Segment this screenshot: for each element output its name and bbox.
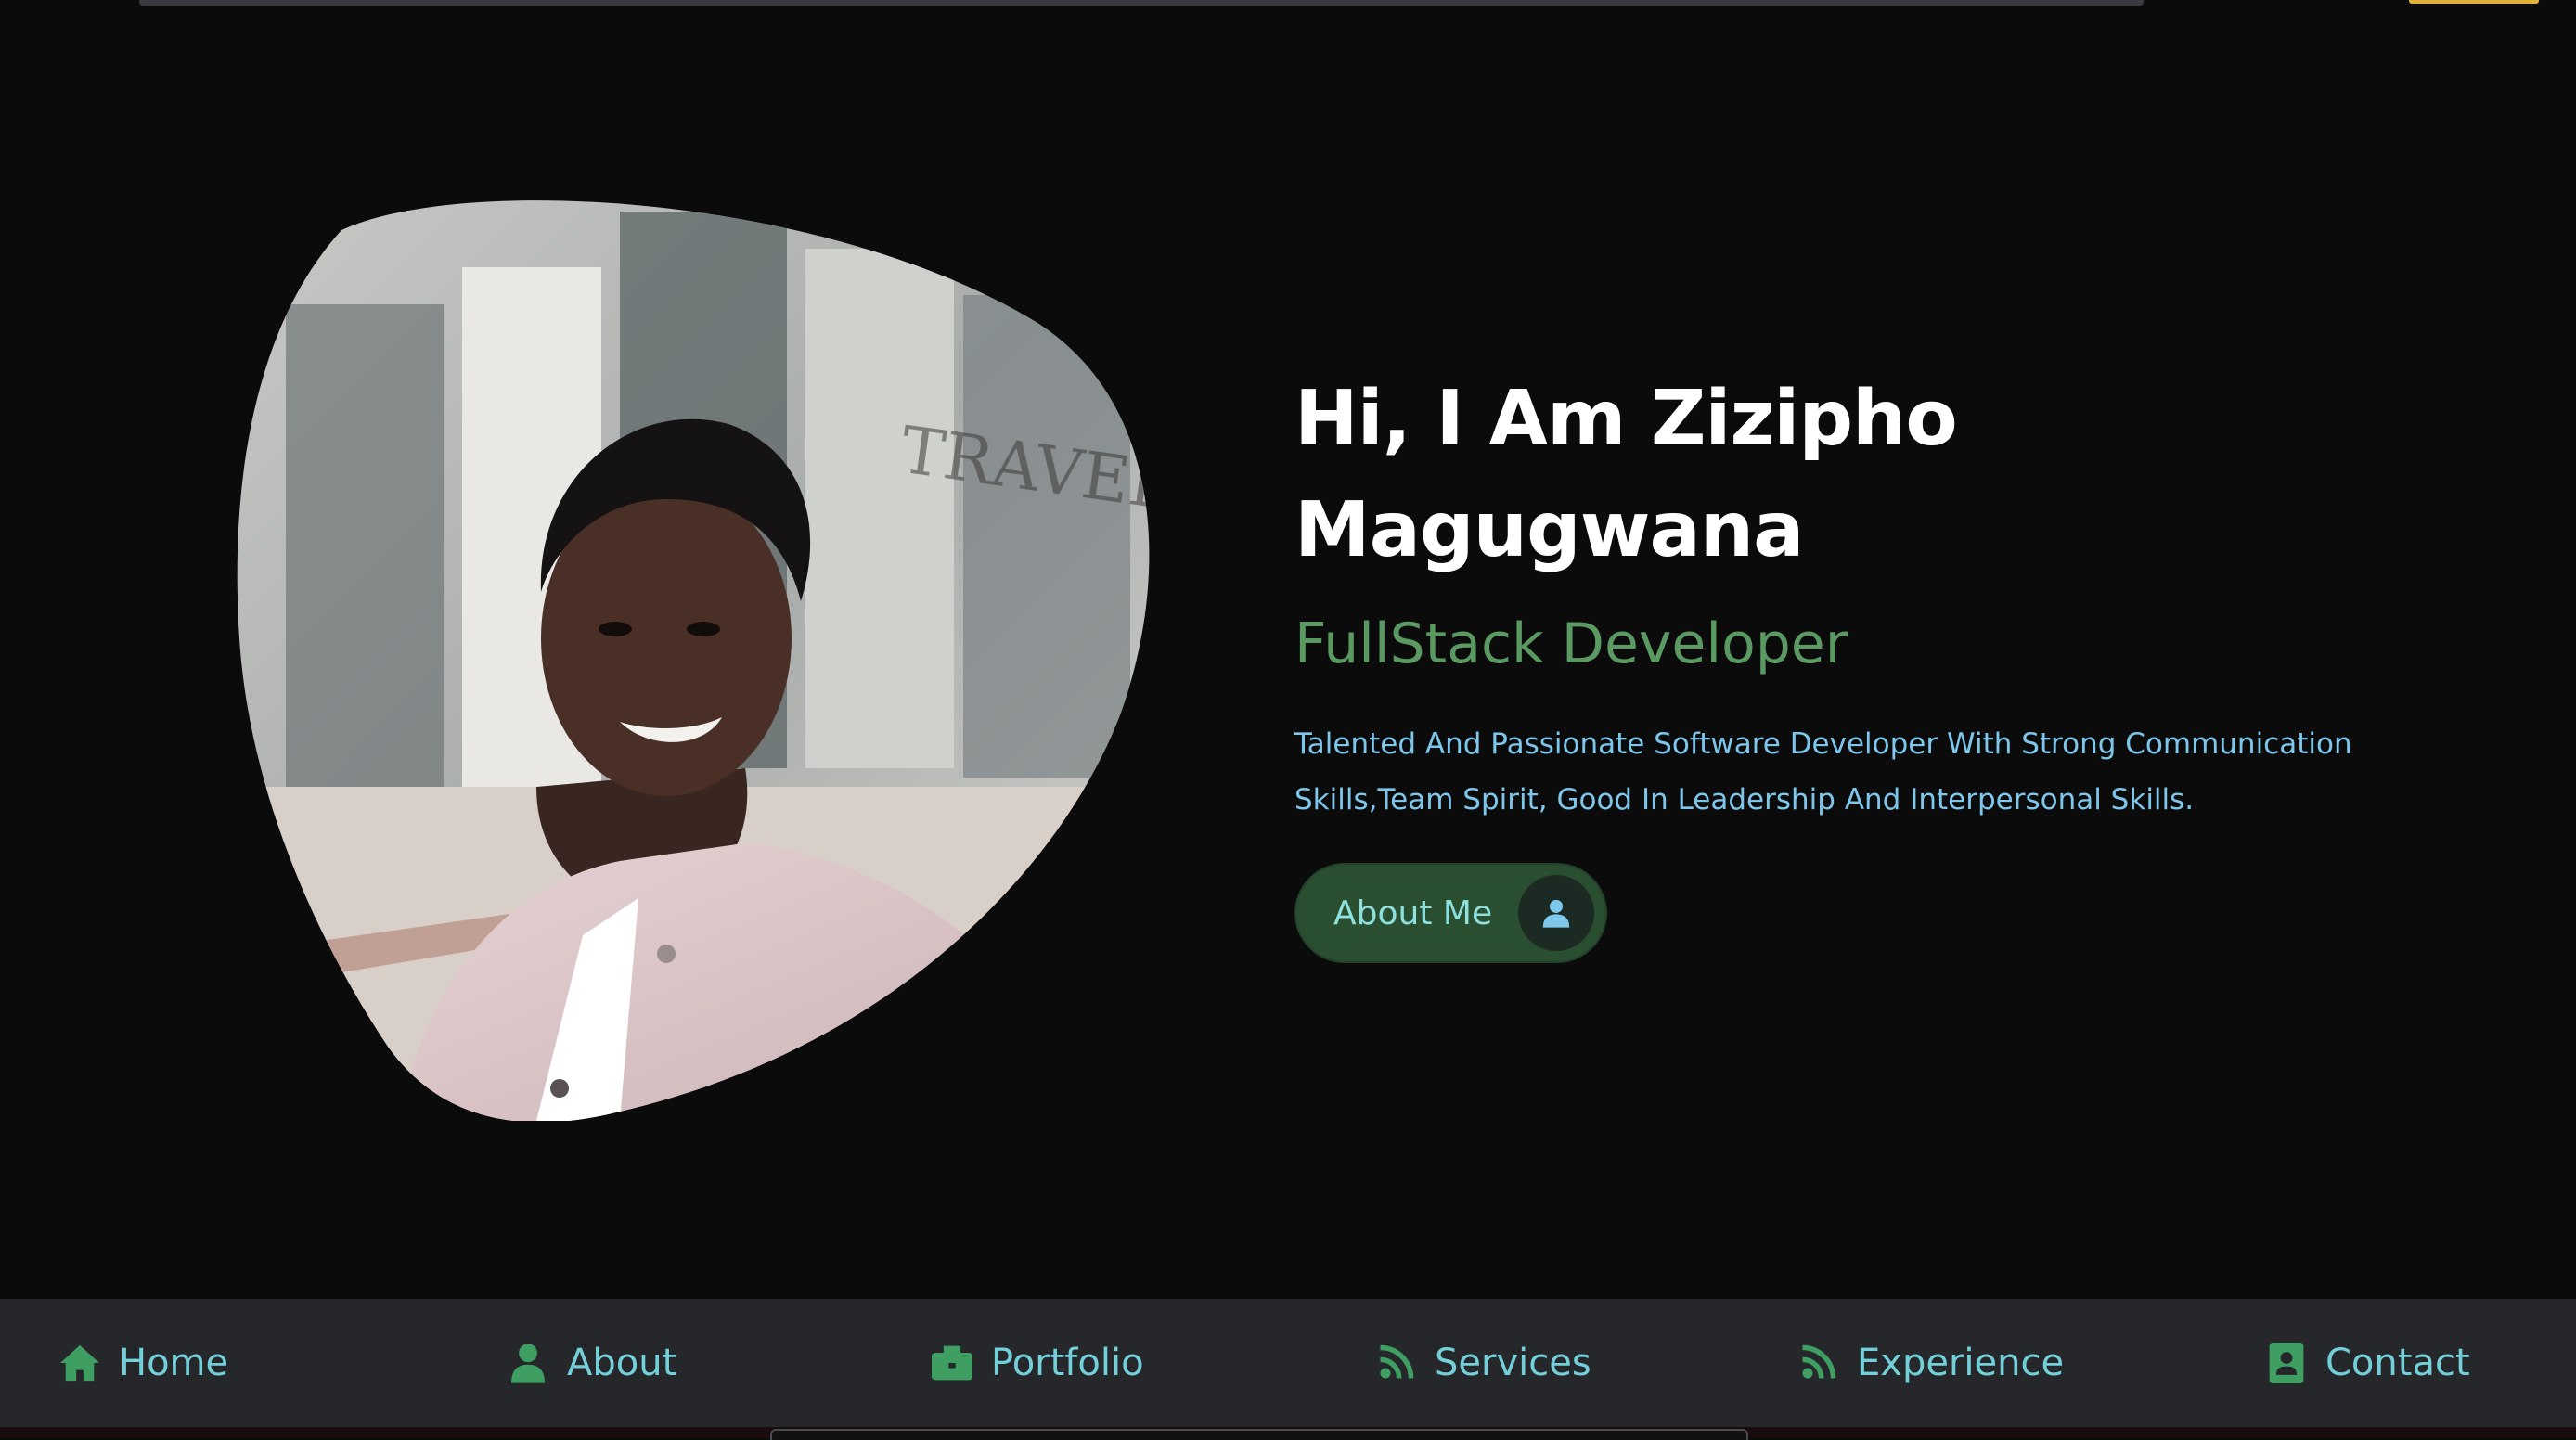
nav-label-experience: Experience (1857, 1342, 2065, 1384)
bottom-tab-outline (770, 1429, 1748, 1440)
nav-item-contact[interactable]: Contact (2264, 1299, 2470, 1427)
browser-top-strip (0, 0, 2576, 11)
broadcast-icon (1796, 1341, 1840, 1385)
bottom-navbar: Home About Portfolio Services Experience… (0, 1299, 2576, 1427)
nav-item-home[interactable]: Home (58, 1299, 228, 1427)
intro-block: Hi, I Am Zizipho Magugwana FullStack Dev… (1294, 364, 2408, 963)
headline-line-2: Magugwana (1294, 486, 1805, 574)
role-title: FullStack Developer (1294, 611, 1848, 676)
nav-label-about: About (567, 1342, 677, 1384)
nav-label-home: Home (119, 1342, 229, 1384)
about-me-button[interactable]: About Me (1294, 863, 1608, 963)
broadcast-icon (1373, 1341, 1418, 1385)
contact-card-icon (2264, 1341, 2309, 1385)
about-me-button-label: About Me (1333, 894, 1493, 932)
nav-item-experience[interactable]: Experience (1796, 1299, 2064, 1427)
browser-bottom-strip (0, 1427, 2576, 1440)
nav-label-services: Services (1435, 1342, 1591, 1384)
user-icon (506, 1341, 550, 1385)
user-icon (1518, 875, 1595, 951)
profile-photo: TRAVEL (230, 193, 1158, 1121)
nav-item-portfolio[interactable]: Portfolio (930, 1299, 1144, 1427)
hero-section: TRAVEL Hi, I Am Zizipho Magugwana FullSt… (0, 11, 2576, 1299)
briefcase-icon (930, 1341, 974, 1385)
top-accent-mark (2409, 0, 2539, 4)
nav-label-portfolio: Portfolio (991, 1342, 1144, 1384)
top-progress-line (139, 0, 2144, 6)
nav-item-services[interactable]: Services (1373, 1299, 1591, 1427)
home-icon (58, 1341, 102, 1385)
bio-description: Talented And Passionate Software Develop… (1294, 727, 2352, 816)
headline-line-1: Hi, I Am Zizipho (1294, 375, 1958, 463)
nav-label-contact: Contact (2325, 1342, 2470, 1384)
hero-headline: Hi, I Am Zizipho Magugwana (1294, 364, 2408, 586)
nav-item-about[interactable]: About (506, 1299, 676, 1427)
